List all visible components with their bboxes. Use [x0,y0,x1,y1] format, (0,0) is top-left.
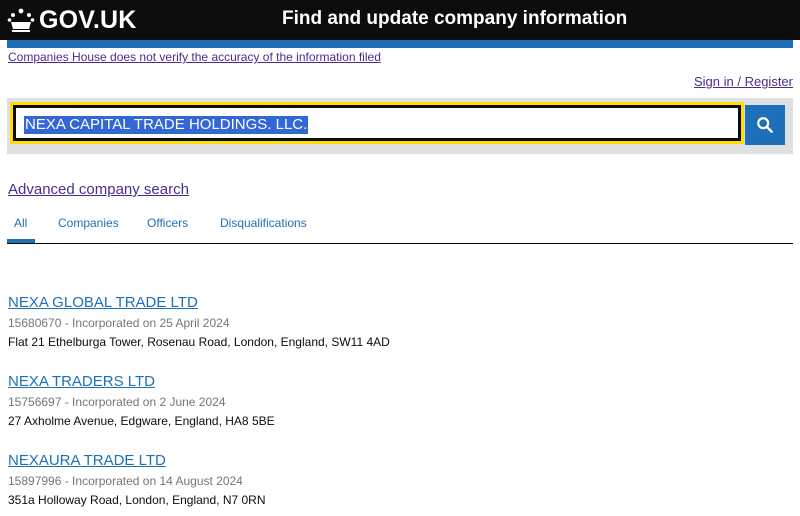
list-item: NEXAURA TRADE LTD 15897996 - Incorporate… [8,452,266,507]
search-button[interactable] [745,105,785,145]
search-input[interactable]: NEXA CAPITAL TRADE HOLDINGS. LLC. [10,102,744,144]
company-address: 27 Axholme Avenue, Edgware, England, HA8… [8,414,275,428]
crown-icon [7,8,35,32]
search-icon [757,117,773,133]
govuk-logo[interactable]: GOV.UK [7,4,137,36]
tab-companies[interactable]: Companies [58,216,119,230]
list-item: NEXA GLOBAL TRADE LTD 15680670 - Incorpo… [8,294,390,349]
company-link[interactable]: NEXA TRADERS LTD [8,373,275,390]
site-header: GOV.UK Find and update company informati… [0,0,800,40]
company-meta: 15680670 - Incorporated on 25 April 2024 [8,316,230,330]
sign-in-link[interactable]: Sign in / Register [694,74,793,89]
search-input-value: NEXA CAPITAL TRADE HOLDINGS. LLC. [24,116,309,134]
company-address: 351a Holloway Road, London, England, N7 … [8,493,266,507]
tab-officers[interactable]: Officers [147,216,188,230]
logo-text: GOV.UK [39,5,137,34]
service-name[interactable]: Find and update company information [282,8,627,30]
company-meta: 15897996 - Incorporated on 14 August 202… [8,474,243,488]
advanced-search-link[interactable]: Advanced company search [8,181,189,198]
company-link[interactable]: NEXA GLOBAL TRADE LTD [8,294,390,311]
company-address: Flat 21 Ethelburga Tower, Rosenau Road, … [8,335,390,349]
header-blue-bar [7,40,793,48]
active-tab-indicator [7,239,35,243]
disclaimer-link[interactable]: Companies House does not verify the accu… [8,50,381,64]
search-panel: NEXA CAPITAL TRADE HOLDINGS. LLC. [7,98,793,154]
results-tabs: All Companies Officers Disqualifications [7,211,793,244]
company-link[interactable]: NEXAURA TRADE LTD [8,452,266,469]
company-meta: 15756697 - Incorporated on 2 June 2024 [8,395,226,409]
list-item: NEXA TRADERS LTD 15756697 - Incorporated… [8,373,275,428]
tab-all[interactable]: All [14,216,27,230]
tab-disqualifications[interactable]: Disqualifications [220,216,307,230]
